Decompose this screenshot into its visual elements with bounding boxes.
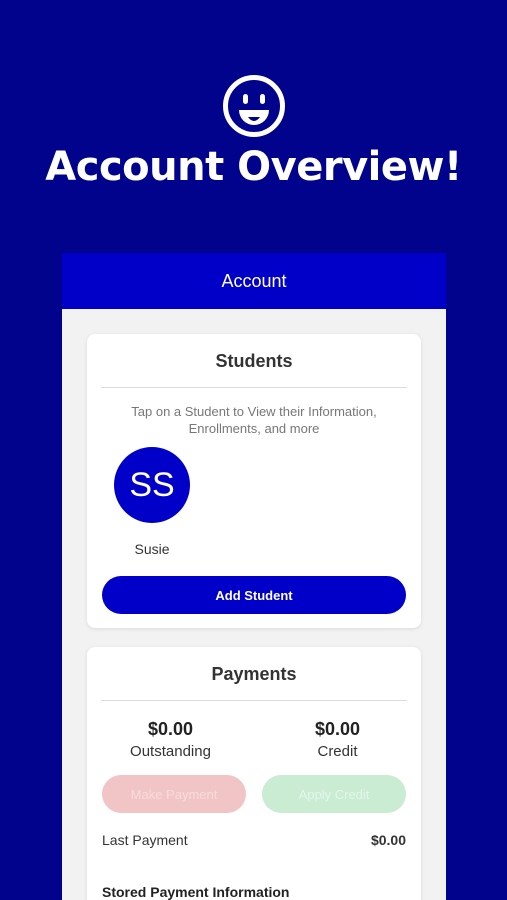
payments-divider [101,700,407,701]
last-payment-label: Last Payment [102,832,188,848]
avatar[interactable]: SS [114,447,190,523]
student-name: Susie [134,541,170,557]
student-item-susie[interactable]: SS Susie [114,447,190,557]
students-hint: Tap on a Student to View their Informati… [131,404,377,436]
last-payment-row: Last Payment $0.00 [87,832,421,848]
outstanding-amount: $0.00 Outstanding [87,719,254,760]
credit-amount: $0.00 Credit [254,719,421,760]
credit-label: Credit [317,743,358,760]
header-title: Account [221,270,287,291]
students-card: Students Tap on a Student to View their … [87,334,421,628]
payments-title: Payments [211,664,297,684]
smiley-face-icon [223,75,285,137]
make-payment-button[interactable]: Make Payment [102,775,246,813]
students-divider [101,387,407,388]
payment-amounts: $0.00 Outstanding $0.00 Credit [87,719,421,760]
outstanding-value: $0.00 [147,719,194,739]
credit-value: $0.00 [314,719,361,739]
payments-card: Payments $0.00 Outstanding $0.00 Credit … [87,647,421,900]
avatar-initials: SS [129,465,175,504]
last-payment-value: $0.00 [370,832,406,848]
stored-payment-heading: Stored Payment Information [102,884,290,900]
students-title: Students [215,351,293,371]
apply-credit-button[interactable]: Apply Credit [262,775,406,813]
hero-title: Account Overview! [45,144,462,190]
app-screen: Account Students Tap on a Student to Vie… [62,253,446,900]
app-header: Account [62,253,446,309]
payment-actions: Make Payment Apply Credit [87,775,421,813]
outstanding-label: Outstanding [130,743,211,760]
add-student-button[interactable]: Add Student [102,576,406,614]
